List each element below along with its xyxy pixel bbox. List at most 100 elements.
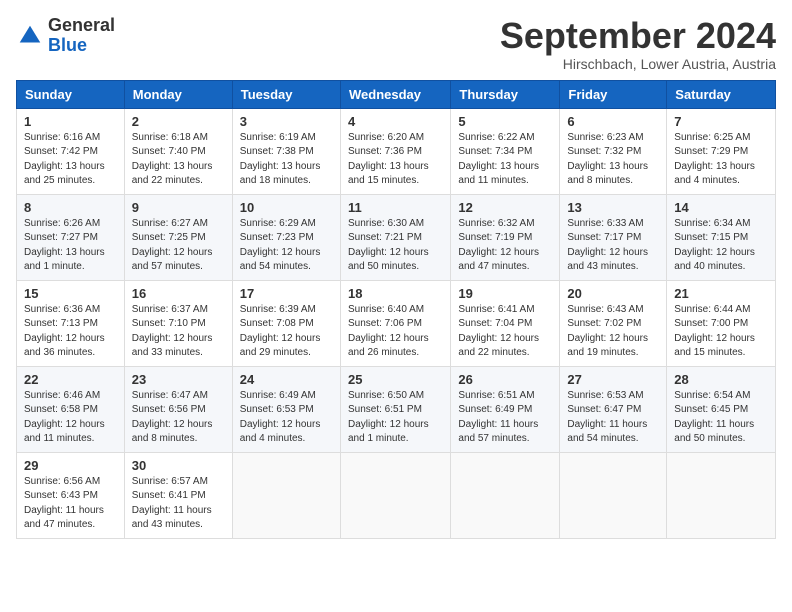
calendar-cell: 5 Sunrise: 6:22 AM Sunset: 7:34 PM Dayli… (451, 108, 560, 194)
calendar-cell: 30 Sunrise: 6:57 AM Sunset: 6:41 PM Dayl… (124, 452, 232, 538)
day-number: 5 (458, 114, 552, 129)
calendar-cell: 24 Sunrise: 6:49 AM Sunset: 6:53 PM Dayl… (232, 366, 340, 452)
logo: General Blue (16, 16, 115, 56)
day-number: 13 (567, 200, 659, 215)
day-info: Sunrise: 6:57 AM Sunset: 6:41 PM Dayligh… (132, 475, 225, 533)
day-number: 11 (348, 200, 443, 215)
calendar-cell: 27 Sunrise: 6:53 AM Sunset: 6:47 PM Dayl… (560, 366, 667, 452)
calendar-cell: 3 Sunrise: 6:19 AM Sunset: 7:38 PM Dayli… (232, 108, 340, 194)
day-number: 12 (458, 200, 552, 215)
day-of-week-header: Wednesday (340, 80, 450, 108)
month-title: September 2024 (500, 16, 776, 56)
day-info: Sunrise: 6:41 AM Sunset: 7:04 PM Dayligh… (458, 303, 552, 361)
calendar-cell: 6 Sunrise: 6:23 AM Sunset: 7:32 PM Dayli… (560, 108, 667, 194)
day-info: Sunrise: 6:56 AM Sunset: 6:43 PM Dayligh… (24, 475, 117, 533)
calendar-cell (667, 452, 776, 538)
day-info: Sunrise: 6:39 AM Sunset: 7:08 PM Dayligh… (240, 303, 333, 361)
day-number: 17 (240, 286, 333, 301)
calendar-week-row: 15 Sunrise: 6:36 AM Sunset: 7:13 PM Dayl… (17, 280, 776, 366)
day-number: 28 (674, 372, 768, 387)
day-number: 2 (132, 114, 225, 129)
calendar-cell (451, 452, 560, 538)
calendar-cell: 20 Sunrise: 6:43 AM Sunset: 7:02 PM Dayl… (560, 280, 667, 366)
day-of-week-header: Monday (124, 80, 232, 108)
day-of-week-header: Thursday (451, 80, 560, 108)
day-info: Sunrise: 6:40 AM Sunset: 7:06 PM Dayligh… (348, 303, 443, 361)
day-info: Sunrise: 6:50 AM Sunset: 6:51 PM Dayligh… (348, 389, 443, 447)
calendar-cell (232, 452, 340, 538)
day-info: Sunrise: 6:25 AM Sunset: 7:29 PM Dayligh… (674, 131, 768, 189)
calendar-header-row: SundayMondayTuesdayWednesdayThursdayFrid… (17, 80, 776, 108)
calendar-cell: 12 Sunrise: 6:32 AM Sunset: 7:19 PM Dayl… (451, 194, 560, 280)
calendar-cell: 8 Sunrise: 6:26 AM Sunset: 7:27 PM Dayli… (17, 194, 125, 280)
day-info: Sunrise: 6:54 AM Sunset: 6:45 PM Dayligh… (674, 389, 768, 447)
calendar-cell: 13 Sunrise: 6:33 AM Sunset: 7:17 PM Dayl… (560, 194, 667, 280)
calendar-cell: 16 Sunrise: 6:37 AM Sunset: 7:10 PM Dayl… (124, 280, 232, 366)
day-number: 26 (458, 372, 552, 387)
day-info: Sunrise: 6:49 AM Sunset: 6:53 PM Dayligh… (240, 389, 333, 447)
day-number: 7 (674, 114, 768, 129)
calendar-cell: 14 Sunrise: 6:34 AM Sunset: 7:15 PM Dayl… (667, 194, 776, 280)
calendar-week-row: 22 Sunrise: 6:46 AM Sunset: 6:58 PM Dayl… (17, 366, 776, 452)
calendar-cell: 19 Sunrise: 6:41 AM Sunset: 7:04 PM Dayl… (451, 280, 560, 366)
day-number: 18 (348, 286, 443, 301)
day-info: Sunrise: 6:46 AM Sunset: 6:58 PM Dayligh… (24, 389, 117, 447)
calendar-week-row: 8 Sunrise: 6:26 AM Sunset: 7:27 PM Dayli… (17, 194, 776, 280)
day-info: Sunrise: 6:16 AM Sunset: 7:42 PM Dayligh… (24, 131, 117, 189)
day-number: 15 (24, 286, 117, 301)
calendar-cell: 4 Sunrise: 6:20 AM Sunset: 7:36 PM Dayli… (340, 108, 450, 194)
day-info: Sunrise: 6:18 AM Sunset: 7:40 PM Dayligh… (132, 131, 225, 189)
day-info: Sunrise: 6:34 AM Sunset: 7:15 PM Dayligh… (674, 217, 768, 275)
day-info: Sunrise: 6:20 AM Sunset: 7:36 PM Dayligh… (348, 131, 443, 189)
day-of-week-header: Friday (560, 80, 667, 108)
day-number: 1 (24, 114, 117, 129)
day-number: 20 (567, 286, 659, 301)
calendar-table: SundayMondayTuesdayWednesdayThursdayFrid… (16, 80, 776, 539)
calendar-cell (340, 452, 450, 538)
day-number: 24 (240, 372, 333, 387)
day-info: Sunrise: 6:44 AM Sunset: 7:00 PM Dayligh… (674, 303, 768, 361)
day-of-week-header: Sunday (17, 80, 125, 108)
calendar-cell: 29 Sunrise: 6:56 AM Sunset: 6:43 PM Dayl… (17, 452, 125, 538)
day-number: 22 (24, 372, 117, 387)
day-info: Sunrise: 6:36 AM Sunset: 7:13 PM Dayligh… (24, 303, 117, 361)
day-number: 30 (132, 458, 225, 473)
day-info: Sunrise: 6:51 AM Sunset: 6:49 PM Dayligh… (458, 389, 552, 447)
day-number: 23 (132, 372, 225, 387)
day-info: Sunrise: 6:29 AM Sunset: 7:23 PM Dayligh… (240, 217, 333, 275)
calendar-cell: 1 Sunrise: 6:16 AM Sunset: 7:42 PM Dayli… (17, 108, 125, 194)
day-number: 25 (348, 372, 443, 387)
calendar-cell: 28 Sunrise: 6:54 AM Sunset: 6:45 PM Dayl… (667, 366, 776, 452)
logo-text: General Blue (48, 16, 115, 56)
calendar-cell: 25 Sunrise: 6:50 AM Sunset: 6:51 PM Dayl… (340, 366, 450, 452)
calendar-cell: 18 Sunrise: 6:40 AM Sunset: 7:06 PM Dayl… (340, 280, 450, 366)
day-number: 4 (348, 114, 443, 129)
day-info: Sunrise: 6:23 AM Sunset: 7:32 PM Dayligh… (567, 131, 659, 189)
day-number: 19 (458, 286, 552, 301)
day-info: Sunrise: 6:37 AM Sunset: 7:10 PM Dayligh… (132, 303, 225, 361)
day-info: Sunrise: 6:30 AM Sunset: 7:21 PM Dayligh… (348, 217, 443, 275)
calendar-cell: 22 Sunrise: 6:46 AM Sunset: 6:58 PM Dayl… (17, 366, 125, 452)
day-number: 21 (674, 286, 768, 301)
calendar-cell: 7 Sunrise: 6:25 AM Sunset: 7:29 PM Dayli… (667, 108, 776, 194)
calendar-cell: 26 Sunrise: 6:51 AM Sunset: 6:49 PM Dayl… (451, 366, 560, 452)
day-info: Sunrise: 6:53 AM Sunset: 6:47 PM Dayligh… (567, 389, 659, 447)
calendar-cell: 10 Sunrise: 6:29 AM Sunset: 7:23 PM Dayl… (232, 194, 340, 280)
calendar-week-row: 1 Sunrise: 6:16 AM Sunset: 7:42 PM Dayli… (17, 108, 776, 194)
calendar-cell: 2 Sunrise: 6:18 AM Sunset: 7:40 PM Dayli… (124, 108, 232, 194)
day-number: 16 (132, 286, 225, 301)
day-number: 29 (24, 458, 117, 473)
day-info: Sunrise: 6:47 AM Sunset: 6:56 PM Dayligh… (132, 389, 225, 447)
calendar-cell: 15 Sunrise: 6:36 AM Sunset: 7:13 PM Dayl… (17, 280, 125, 366)
calendar-cell: 21 Sunrise: 6:44 AM Sunset: 7:00 PM Dayl… (667, 280, 776, 366)
day-info: Sunrise: 6:33 AM Sunset: 7:17 PM Dayligh… (567, 217, 659, 275)
location: Hirschbach, Lower Austria, Austria (500, 56, 776, 72)
calendar-cell: 23 Sunrise: 6:47 AM Sunset: 6:56 PM Dayl… (124, 366, 232, 452)
day-number: 10 (240, 200, 333, 215)
day-info: Sunrise: 6:43 AM Sunset: 7:02 PM Dayligh… (567, 303, 659, 361)
day-info: Sunrise: 6:32 AM Sunset: 7:19 PM Dayligh… (458, 217, 552, 275)
logo-icon (16, 22, 44, 50)
day-number: 3 (240, 114, 333, 129)
day-info: Sunrise: 6:26 AM Sunset: 7:27 PM Dayligh… (24, 217, 117, 275)
calendar-cell: 9 Sunrise: 6:27 AM Sunset: 7:25 PM Dayli… (124, 194, 232, 280)
